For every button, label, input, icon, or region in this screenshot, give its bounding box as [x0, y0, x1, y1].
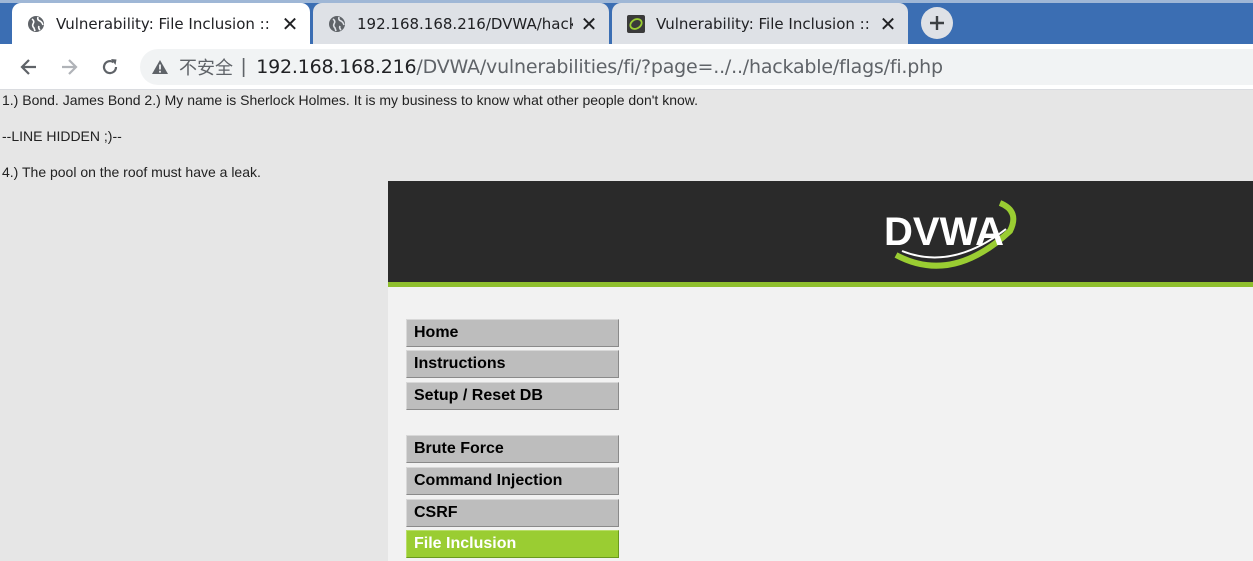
tab-strip: Vulnerability: File Inclusion :: D ✕ 192…: [0, 0, 1253, 44]
dvwa-header: DVWA: [388, 181, 1253, 282]
reload-icon: [102, 59, 118, 75]
plus-icon: [930, 16, 944, 30]
security-status-label[interactable]: 不安全: [179, 54, 233, 80]
warning-icon[interactable]: [151, 58, 169, 76]
dvwa-swirl-icon: [627, 14, 645, 33]
divider: |: [241, 55, 247, 78]
close-icon[interactable]: ✕: [278, 12, 302, 36]
menu-command-injection[interactable]: Command Injection: [406, 467, 619, 495]
tab-title: Vulnerability: File Inclusion :: D: [56, 14, 274, 33]
arrow-left-icon: [20, 59, 36, 75]
close-icon[interactable]: ✕: [577, 12, 601, 36]
menu-home[interactable]: Home: [406, 319, 619, 347]
globe-icon: [27, 15, 45, 33]
included-line-2: --LINE HIDDEN ;)--: [2, 128, 122, 144]
tab-active-file-inclusion[interactable]: Vulnerability: File Inclusion :: D ✕: [12, 3, 310, 44]
close-icon[interactable]: ✕: [876, 12, 900, 36]
tab-title: 192.168.168.216/DVWA/hacka: [357, 14, 573, 33]
url-host: 192.168.168.216: [256, 56, 417, 78]
arrow-right-icon: [62, 59, 78, 75]
reload-button[interactable]: [95, 52, 125, 82]
menu-setup-reset-db[interactable]: Setup / Reset DB: [406, 382, 619, 410]
forward-button[interactable]: [54, 52, 84, 82]
tab-file-inclusion-2[interactable]: Vulnerability: File Inclusion :: D ✕: [612, 3, 908, 44]
back-button[interactable]: [14, 52, 44, 82]
menu-file-inclusion[interactable]: File Inclusion: [406, 530, 619, 558]
globe-icon: [328, 15, 346, 33]
new-tab-button[interactable]: [921, 7, 953, 39]
dvwa-logo: DVWA: [884, 200, 1017, 269]
menu-brute-force[interactable]: Brute Force: [406, 435, 619, 463]
url-text[interactable]: 192.168.168.216/DVWA/vulnerabilities/fi/…: [256, 56, 943, 78]
dvwa-logo-text: DVWA: [884, 210, 1004, 254]
included-line-1: 1.) Bond. James Bond 2.) My name is Sher…: [2, 92, 699, 108]
browser-toolbar: 不安全 | 192.168.168.216/DVWA/vulnerabiliti…: [0, 44, 1253, 90]
url-path: /DVWA/vulnerabilities/fi/?page=../../hac…: [416, 56, 943, 78]
menu-csrf[interactable]: CSRF: [406, 499, 619, 527]
tab-hackable-path[interactable]: 192.168.168.216/DVWA/hacka ✕: [313, 3, 609, 44]
included-line-3: 4.) The pool on the roof must have a lea…: [2, 164, 261, 180]
tab-title: Vulnerability: File Inclusion :: D: [656, 14, 872, 33]
menu-instructions[interactable]: Instructions: [406, 350, 619, 378]
address-bar[interactable]: 不安全 | 192.168.168.216/DVWA/vulnerabiliti…: [140, 49, 1253, 85]
